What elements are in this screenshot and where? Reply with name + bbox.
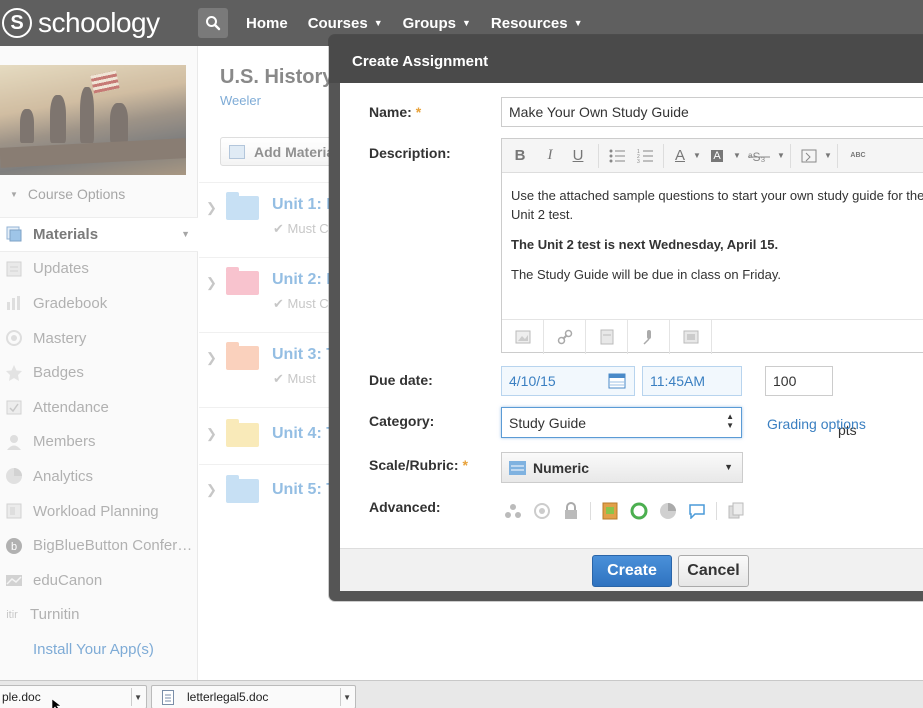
advanced-label: Advanced: [369,499,441,515]
spellcheck-button[interactable]: ABC [842,139,874,173]
numeric-scale-icon [509,460,526,475]
create-button[interactable]: Create [592,555,672,587]
strikethrough-icon: ᵃS₃ [748,150,770,163]
chevron-down-icon[interactable]: ▼ [692,139,702,173]
chevron-down-icon: ▼ [724,462,733,472]
nav-groups[interactable]: Groups ▼ [403,15,471,32]
nav-resources[interactable]: Resources ▼ [491,15,583,32]
insert-audio-button[interactable] [628,320,670,354]
highlight-icon: A [711,149,723,162]
modal-body: Name: * Make Your Own Study Guide Descrip… [340,83,923,548]
due-date-field[interactable]: 4/10/15 [501,366,635,396]
individual-assign-icon[interactable] [503,501,523,521]
download-item[interactable]: ple.doc ▼ [0,685,147,708]
search-button[interactable] [198,8,228,38]
insert-image-button[interactable] [502,320,544,354]
copy-to-courses-icon[interactable] [726,501,746,521]
required-marker: * [415,104,422,120]
lock-icon[interactable] [561,501,581,521]
insert-file-button[interactable] [586,320,628,354]
modal-footer: Create Cancel [340,548,923,591]
logo-mark: S [2,8,32,38]
download-filename: letterlegal5.doc [187,690,269,704]
name-field[interactable]: Make Your Own Study Guide [501,97,923,127]
chevron-down-icon: ▼ [461,18,471,28]
editor-insert-bar [502,319,923,354]
chevron-down-icon[interactable]: ▼ [343,693,351,702]
bulleted-list-icon [609,149,625,162]
comments-icon[interactable] [687,501,707,521]
due-time-field[interactable]: 11:45AM [642,366,742,396]
separator [590,502,591,520]
chevron-down-icon: ▼ [373,18,383,28]
image-icon [515,330,530,344]
insert-button[interactable] [795,139,823,173]
numbered-list-icon: 123 [637,149,653,163]
chevron-down-icon[interactable]: ▼ [823,139,833,173]
svg-text:3: 3 [637,159,640,163]
downloads-bar: ple.doc ▼ letterlegal5.doc ▼ [0,680,923,708]
scale-rubric-label: Scale/Rubric: * [369,457,468,473]
file-icon [600,329,613,345]
microphone-icon [642,330,651,345]
bulleted-list-button[interactable] [603,139,631,173]
category-label: Category: [369,413,435,429]
points-field[interactable]: 100 [765,366,833,396]
spellcheck-icon: ABC [850,152,866,159]
category-select[interactable]: Study Guide ▲ ▼ [501,407,742,438]
modal-title: Create Assignment [352,53,489,70]
learning-objectives-icon[interactable] [532,501,552,521]
nav-courses[interactable]: Courses ▼ [308,15,383,32]
cancel-button[interactable]: Cancel [678,555,749,587]
chevron-down-icon[interactable]: ▼ [134,693,142,702]
submissions-icon[interactable] [600,501,620,521]
nav-home[interactable]: Home [246,15,288,32]
insert-media-button[interactable] [670,320,712,354]
grade-stats-icon[interactable] [658,501,678,521]
search-icon [206,16,221,31]
numbered-list-button[interactable]: 123 [631,139,659,173]
description-text[interactable]: Use the attached sample questions to sta… [511,186,923,295]
schoology-logo[interactable]: S schoology [0,0,160,46]
modal-header: Create Assignment [329,35,923,83]
name-label: Name: * [369,104,422,120]
due-date-label: Due date: [369,372,433,388]
font-color-button[interactable]: A [668,139,692,173]
logo-text: schoology [38,7,160,38]
editor-toolbar: B I U 123 A ▼ A ▼ ᵃS₃ ▼ ▼ ABC [502,139,923,173]
chevron-down-icon[interactable]: ▼ [776,139,786,173]
strikethrough-button[interactable]: ᵃS₃ [742,139,776,173]
highlight-button[interactable]: A [702,139,732,173]
underline-button[interactable]: U [562,139,594,173]
cursor-icon [52,699,62,708]
download-item[interactable]: letterlegal5.doc ▼ [151,685,356,708]
separator [716,502,717,520]
select-arrows-icon: ▲ ▼ [726,412,734,430]
required-marker: * [462,457,468,473]
insert-link-button[interactable] [544,320,586,354]
description-editor: B I U 123 A ▼ A ▼ ᵃS₃ ▼ ▼ ABC Use the at… [501,138,923,354]
chevron-down-icon: ▼ [573,18,583,28]
create-assignment-modal: Create Assignment Name: * Make Your Own S… [329,35,923,601]
link-icon [557,329,572,345]
document-icon [162,689,174,705]
bold-button[interactable]: B [502,139,538,173]
chevron-down-icon[interactable]: ▼ [732,139,742,173]
description-label: Description: [369,145,451,161]
scale-rubric-select[interactable]: Numeric ▼ [501,452,743,483]
download-filename: ple.doc [2,690,41,704]
advanced-options [503,501,755,521]
calendar-icon[interactable] [608,373,626,389]
published-icon[interactable] [629,501,649,521]
media-icon [683,330,698,344]
grading-options-link[interactable]: Grading options [767,416,866,432]
italic-button[interactable]: I [538,139,562,173]
insert-icon [801,149,817,162]
